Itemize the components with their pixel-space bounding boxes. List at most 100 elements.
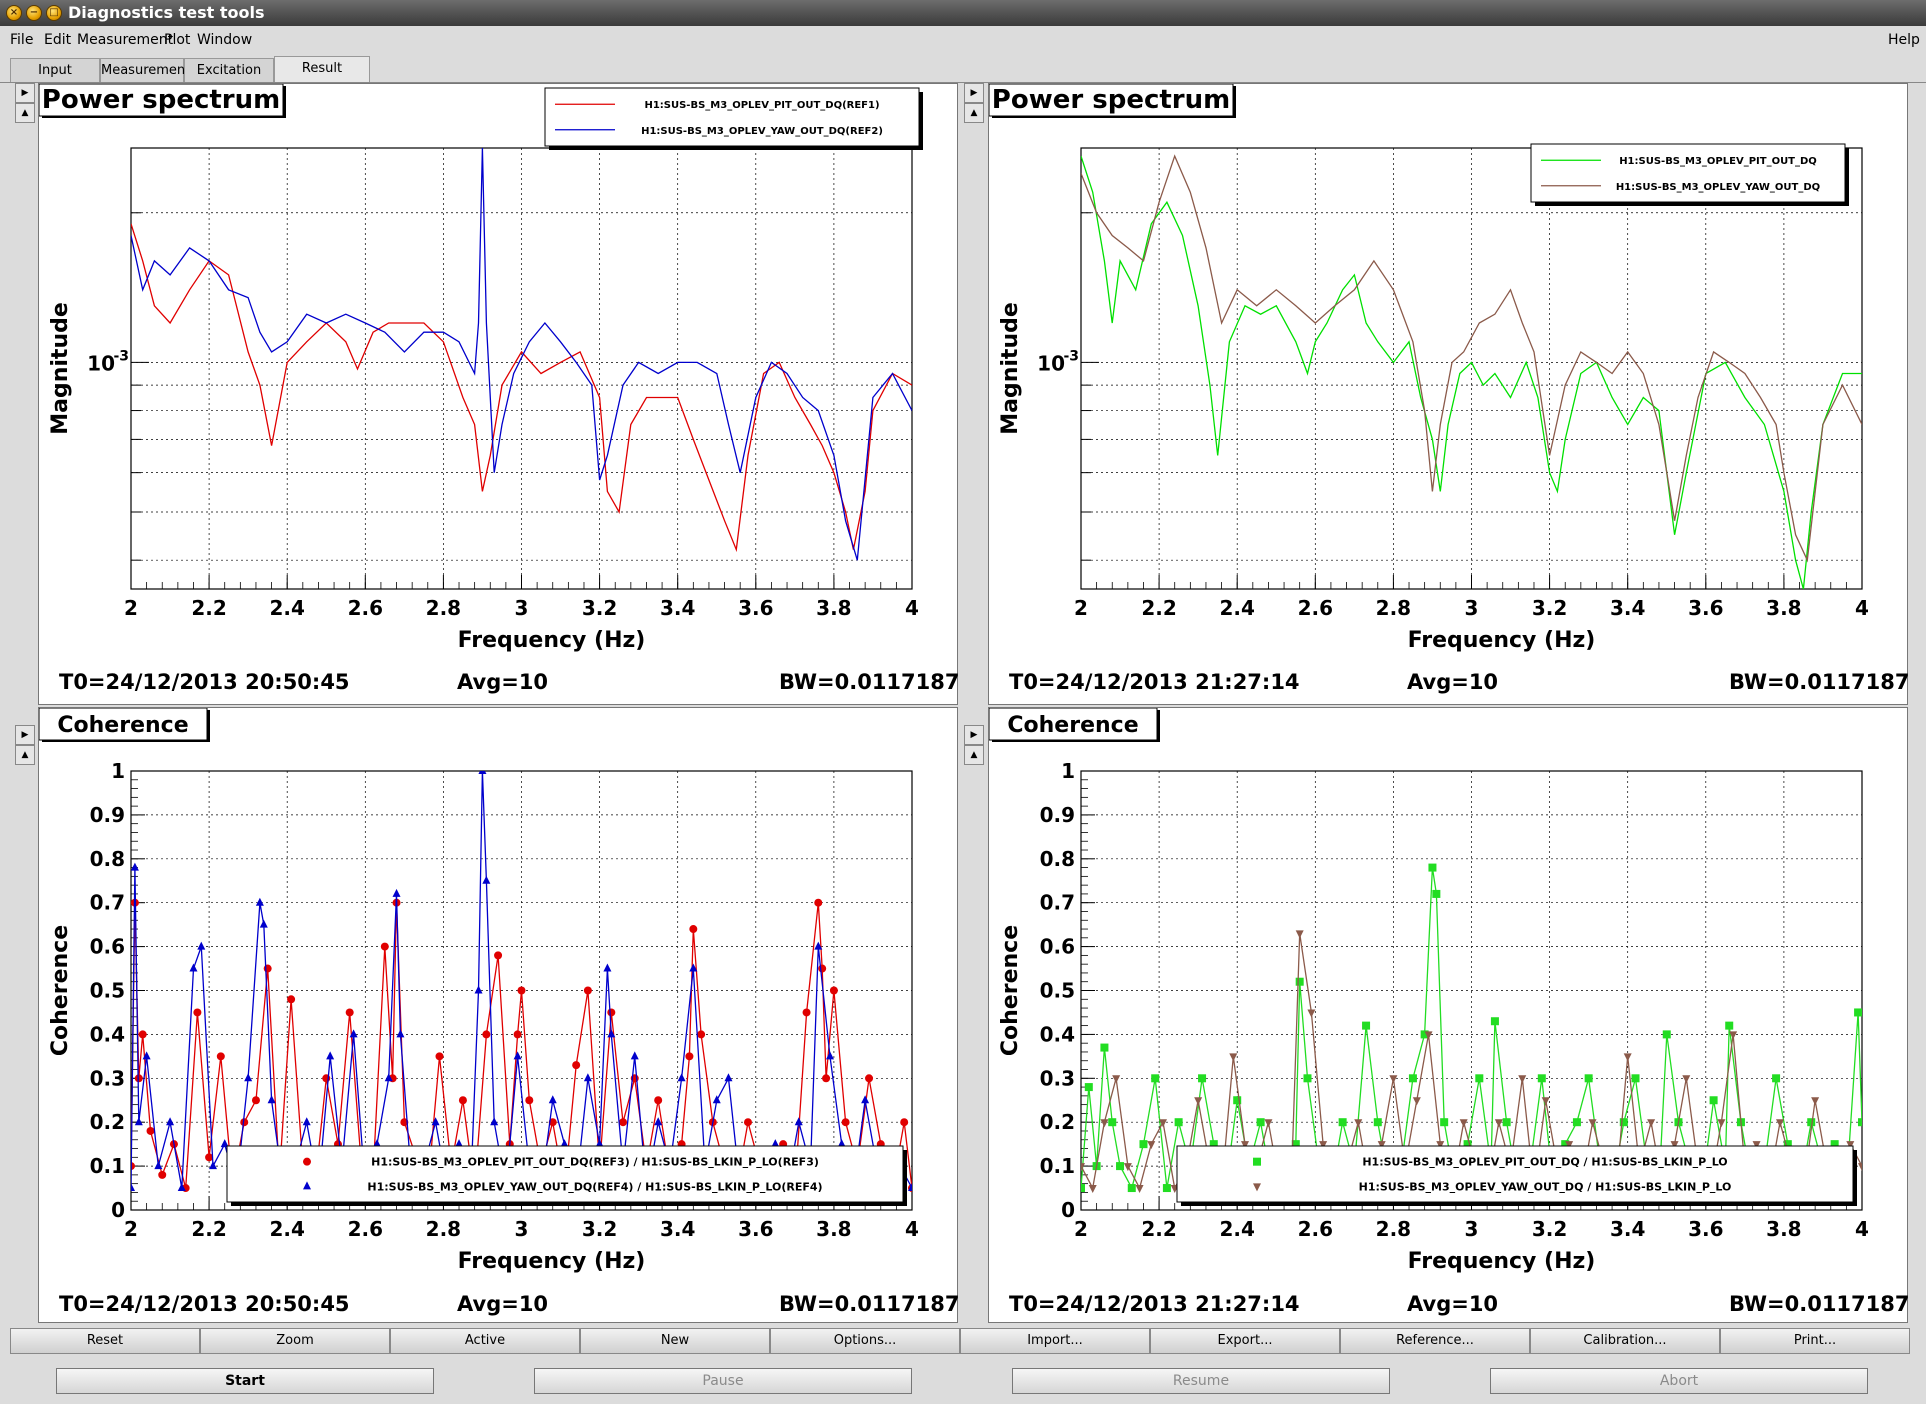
data-point bbox=[865, 1074, 874, 1083]
y-tick-label: 0.1 bbox=[90, 1154, 125, 1178]
pad-collapse-button[interactable]: ▲ bbox=[964, 103, 984, 123]
menu-plot[interactable]: Plot bbox=[164, 28, 190, 52]
data-point bbox=[1647, 1119, 1656, 1128]
pad-collapse-button[interactable]: ▲ bbox=[964, 745, 984, 765]
x-tick-label: 3.2 bbox=[1532, 1217, 1567, 1241]
y-tick-label: 0 bbox=[1061, 1198, 1075, 1222]
menu-measurement[interactable]: Measurement bbox=[77, 28, 173, 52]
data-point bbox=[583, 986, 592, 995]
x-tick-label: 3 bbox=[1465, 1217, 1479, 1241]
options-button[interactable]: Options... bbox=[770, 1328, 960, 1354]
average-count-label: Avg=10 bbox=[457, 1292, 549, 1316]
y-axis-label: Magnitude bbox=[998, 302, 1023, 435]
data-point bbox=[1303, 1074, 1312, 1083]
x-tick-label: 4 bbox=[905, 1217, 919, 1241]
x-tick-label: 3.8 bbox=[816, 596, 851, 620]
data-point bbox=[818, 964, 827, 973]
y-tick-label: 0.1 bbox=[1040, 1154, 1075, 1178]
data-point bbox=[345, 1008, 354, 1017]
plot-pad-coherence-ref[interactable]: Coherence 2 2.2 2.4 2.6 2.8 3 3.2 3.4 3.6 3.8 4 Freq… bbox=[38, 707, 960, 1324]
coherence-chart[interactable]: Coherence 2 2.2 2.4 2.6 2.8 3 3.2 3.4 3.6 3.8 4 Freq… bbox=[39, 708, 959, 1324]
zoom-button[interactable]: Zoom bbox=[200, 1328, 390, 1354]
x-tick-label: 3.2 bbox=[582, 596, 617, 620]
data-point bbox=[216, 1052, 225, 1061]
pad-expand-button[interactable]: ▶ bbox=[964, 725, 984, 745]
plot-pad-power-spectrum-ref[interactable]: Power spectrum 2 2.2 2.4 2.6 2.8 3 3.2 3.4 3.6 3.8… bbox=[38, 83, 960, 706]
tab-excitation[interactable]: Excitation bbox=[184, 58, 274, 82]
y-tick-label: 0.7 bbox=[1040, 891, 1075, 915]
pad-expand-button[interactable]: ▶ bbox=[15, 83, 35, 103]
x-tick-label: 3.8 bbox=[1766, 596, 1801, 620]
menu-bar: File Edit Measurement Plot Window Help bbox=[0, 28, 1926, 52]
data-point bbox=[1389, 1075, 1398, 1084]
plot-pad-coherence-live[interactable]: Coherence 2 2.2 2.4 2.6 2.8 3 3.2 3.4 3.6 3.8 4 Freq… bbox=[988, 707, 1910, 1324]
reference-button[interactable]: Reference... bbox=[1340, 1328, 1530, 1354]
abort-button[interactable]: Abort bbox=[1490, 1368, 1868, 1394]
minimize-window-icon[interactable]: − bbox=[26, 5, 42, 21]
pad-expand-button[interactable]: ▶ bbox=[15, 725, 35, 745]
data-point bbox=[513, 1030, 522, 1039]
x-tick-label: 3 bbox=[515, 1217, 529, 1241]
data-point bbox=[1502, 1118, 1511, 1127]
data-point bbox=[802, 1008, 811, 1017]
menu-edit[interactable]: Edit bbox=[44, 28, 71, 52]
resume-button[interactable]: Resume bbox=[1012, 1368, 1390, 1394]
power-spectrum-chart[interactable]: Power spectrum 2 2.2 2.4 2.6 2.8 3 3.2 3.4 3.6 3.8… bbox=[39, 84, 959, 706]
active-button[interactable]: Active bbox=[390, 1328, 580, 1354]
bandwidth-label: BW=0.0117187 bbox=[779, 1292, 960, 1316]
close-window-icon[interactable]: × bbox=[6, 5, 22, 21]
power-spectrum-chart[interactable]: Power spectrum 2 2.2 2.4 2.6 2.8 3 3.2 3.4 3.6 3.8… bbox=[989, 84, 1909, 706]
data-point bbox=[1572, 1118, 1581, 1127]
menu-file[interactable]: File bbox=[10, 28, 33, 52]
panel-title-text: Coherence bbox=[1007, 713, 1138, 738]
menu-window[interactable]: Window bbox=[197, 28, 252, 52]
data-point bbox=[193, 1008, 202, 1017]
data-point bbox=[1408, 1074, 1417, 1083]
x-tick-label: 3.6 bbox=[738, 1217, 773, 1241]
legend-label: H1:SUS-BS_M3_OPLEV_PIT_OUT_DQ / H1:SUS-B… bbox=[1362, 1156, 1727, 1169]
tab-bar: Input Measurement Excitation Result bbox=[0, 54, 1926, 83]
series-1 bbox=[131, 223, 912, 553]
calibration-button[interactable]: Calibration... bbox=[1530, 1328, 1720, 1354]
data-point bbox=[396, 1029, 405, 1038]
x-tick-label: 3 bbox=[1465, 596, 1479, 620]
menu-help[interactable]: Help bbox=[1888, 28, 1920, 52]
data-point bbox=[255, 897, 264, 906]
x-tick-label: 2.6 bbox=[348, 1217, 383, 1241]
data-point bbox=[1198, 1074, 1207, 1083]
export-button[interactable]: Export... bbox=[1150, 1328, 1340, 1354]
import-button[interactable]: Import... bbox=[960, 1328, 1150, 1354]
plot-pad-power-spectrum-live[interactable]: Power spectrum 2 2.2 2.4 2.6 2.8 3 3.2 3.4 3.6 3.8… bbox=[988, 83, 1910, 706]
tab-measurement[interactable]: Measurement bbox=[100, 58, 190, 82]
pad-expand-button[interactable]: ▶ bbox=[964, 83, 984, 103]
legend-label: H1:SUS-BS_M3_OPLEV_YAW_OUT_DQ(REF4) / H1… bbox=[367, 1180, 822, 1193]
maximize-window-icon[interactable]: □ bbox=[46, 5, 62, 21]
y-tick-label: 0.6 bbox=[1040, 935, 1075, 959]
panel-title-text: Power spectrum bbox=[42, 85, 280, 115]
x-tick-label: 2.2 bbox=[1141, 596, 1176, 620]
y-tick-label: 0.6 bbox=[90, 935, 125, 959]
data-point bbox=[1775, 1119, 1784, 1128]
window-titlebar: × − □ Diagnostics test tools bbox=[0, 0, 1926, 26]
tab-input[interactable]: Input bbox=[10, 58, 100, 82]
data-point bbox=[794, 1117, 803, 1126]
coherence-chart[interactable]: Coherence 2 2.2 2.4 2.6 2.8 3 3.2 3.4 3.6 3.8 4 Freq… bbox=[989, 708, 1909, 1324]
x-tick-label: 4 bbox=[1855, 1217, 1869, 1241]
start-button[interactable]: Start bbox=[56, 1368, 434, 1394]
x-tick-label: 2.4 bbox=[1219, 1217, 1254, 1241]
series-line bbox=[131, 771, 912, 1191]
legend: H1:SUS-BS_M3_OPLEV_PIT_OUT_DQ(REF1) H1:SU… bbox=[544, 87, 923, 150]
y-tick-label: 0.2 bbox=[90, 1110, 125, 1134]
pause-button[interactable]: Pause bbox=[534, 1368, 912, 1394]
pad-collapse-button[interactable]: ▲ bbox=[15, 745, 35, 765]
average-count-label: Avg=10 bbox=[1407, 670, 1499, 694]
data-point bbox=[474, 985, 483, 994]
new-button[interactable]: New bbox=[580, 1328, 770, 1354]
pad-collapse-button[interactable]: ▲ bbox=[15, 103, 35, 123]
data-point bbox=[392, 888, 401, 897]
reset-button[interactable]: Reset bbox=[10, 1328, 200, 1354]
legend-label: H1:SUS-BS_M3_OPLEV_YAW_OUT_DQ bbox=[1616, 182, 1820, 193]
print-button[interactable]: Print... bbox=[1720, 1328, 1910, 1354]
tab-result[interactable]: Result bbox=[274, 56, 370, 82]
y-tick-label: 0.8 bbox=[1040, 847, 1075, 871]
